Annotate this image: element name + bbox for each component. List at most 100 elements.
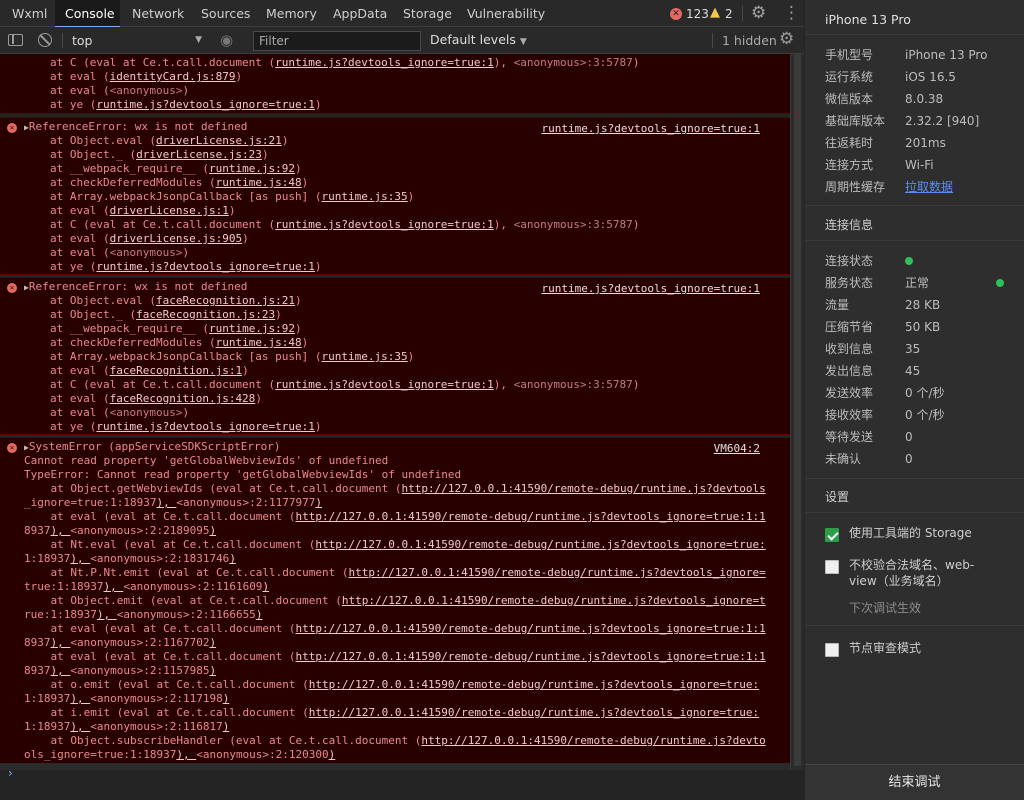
error-title[interactable]: ▶SystemError (appServiceSDKScriptError) xyxy=(0,440,790,454)
stack-frame-text: at __webpack_require__ ( xyxy=(50,322,209,335)
source-link[interactable]: runtime.js?devtools_ignore=true:1 xyxy=(96,98,315,111)
source-link[interactable]: driverLicense.js:1 xyxy=(110,204,229,217)
source-link[interactable]: faceRecognition.js:1 xyxy=(110,364,242,377)
source-link[interactable]: driverLicense.js:21 xyxy=(156,134,282,147)
source-link[interactable]: ), xyxy=(156,496,176,509)
source-link[interactable]: http://127.0.0.1:41590/remote-debug/runt… xyxy=(296,622,766,635)
context-select[interactable]: top ▼ xyxy=(68,31,208,50)
source-link[interactable]: runtime.js?devtools_ignore=true:1 xyxy=(96,260,315,273)
connection-info-row: 流量 28 KB xyxy=(825,294,1015,316)
console-prompt-chevron-icon[interactable]: › xyxy=(8,766,13,780)
stack-frame: at o.emit (eval at Ce.t.call.document (h… xyxy=(0,678,790,692)
source-link[interactable]: runtime.js:48 xyxy=(216,336,302,349)
source-link[interactable]: ) xyxy=(262,580,269,593)
stack-frame: Cannot read property 'getGlobalWebviewId… xyxy=(0,454,790,468)
use-storage-checkbox[interactable] xyxy=(825,528,839,542)
source-link[interactable]: http://127.0.0.1:41590/remote-debug/runt… xyxy=(342,594,766,607)
fetch-data-link[interactable]: 拉取数据 xyxy=(905,176,953,198)
source-link[interactable]: runtime.js:92 xyxy=(209,162,295,175)
source-link[interactable]: runtime.js?devtools_ignore=true:1 xyxy=(275,378,494,391)
error-source-link[interactable]: VM604:2 xyxy=(714,442,760,456)
live-expression-eye-icon[interactable]: ◉ xyxy=(220,31,233,49)
source-link[interactable]: runtime.js?devtools_ignore=true:1 xyxy=(275,56,494,69)
source-link[interactable]: runtime.js:35 xyxy=(322,190,408,203)
source-link[interactable]: http://127.0.0.1:41590/remote-debug/runt… xyxy=(315,538,765,551)
source-link[interactable]: runtime.js?devtools_ignore=true:1 xyxy=(96,420,315,433)
source-link[interactable]: ), xyxy=(70,692,90,705)
source-link[interactable]: identityCard.js:879 xyxy=(110,70,236,83)
source-link[interactable]: http://127.0.0.1:41590/remote-debug/runt… xyxy=(296,510,766,523)
more-options-icon[interactable]: ⋮ xyxy=(783,3,800,23)
source-link[interactable]: faceRecognition.js:428 xyxy=(110,392,256,405)
stack-frame-text: at o.emit (eval at Ce.t.call.document ( xyxy=(24,678,309,691)
source-link[interactable]: ) xyxy=(256,608,263,621)
end-debug-button[interactable]: 结束调试 xyxy=(805,764,1024,800)
source-link[interactable]: driverLicense.js:23 xyxy=(136,148,262,161)
connection-info-key: 接收效率 xyxy=(825,408,874,422)
source-link[interactable]: ) xyxy=(223,692,230,705)
tab-wxml[interactable]: Wxml xyxy=(6,0,50,27)
source-link[interactable]: http://127.0.0.1:41590/remote-debug/runt… xyxy=(309,678,759,691)
tab-vulnerability[interactable]: Vulnerability xyxy=(459,0,549,27)
vertical-scrollbar[interactable] xyxy=(790,54,804,770)
source-link[interactable]: http://127.0.0.1:41590/remote-debug/runt… xyxy=(309,706,759,719)
anonymous-location: <anonymous>:3:5787 xyxy=(513,218,633,231)
tab-storage[interactable]: Storage xyxy=(395,0,452,27)
source-link[interactable]: ), xyxy=(70,552,90,565)
stack-frame: true:1:18937), <anonymous>:2:1161609) xyxy=(0,580,790,594)
log-levels-dropdown[interactable]: Default levels ▼ xyxy=(430,32,527,47)
source-link[interactable]: ), xyxy=(70,720,90,733)
stack-frame-text: ) xyxy=(242,232,249,245)
source-link[interactable]: ) xyxy=(209,664,216,677)
source-link[interactable]: ) xyxy=(329,748,336,761)
source-link[interactable]: ) xyxy=(223,720,230,733)
source-link[interactable]: faceRecognition.js:21 xyxy=(156,294,295,307)
source-link[interactable]: runtime.js:35 xyxy=(322,350,408,363)
source-link[interactable]: ), xyxy=(51,524,71,537)
source-link[interactable]: ), xyxy=(51,664,71,677)
node-review-checkbox[interactable] xyxy=(825,643,839,657)
tab-appdata[interactable]: AppData xyxy=(325,0,387,27)
source-link[interactable]: faceRecognition.js:23 xyxy=(136,308,275,321)
source-link[interactable]: runtime.js:92 xyxy=(209,322,295,335)
skip-domain-check-checkbox[interactable] xyxy=(825,560,839,574)
settings-section-title: 设置 xyxy=(825,490,850,504)
stack-frame-text: at Object._ ( xyxy=(50,308,137,321)
source-link[interactable]: driverLicense.js:905 xyxy=(110,232,242,245)
divider xyxy=(805,625,1024,626)
source-link[interactable]: runtime.js?devtools_ignore=true:1 xyxy=(275,218,494,231)
source-link[interactable]: http://127.0.0.1:41590/remote-debug/runt… xyxy=(402,482,766,495)
source-link[interactable]: ) xyxy=(209,636,216,649)
settings-gear-icon[interactable]: ⚙ xyxy=(751,3,766,23)
filter-input[interactable] xyxy=(253,31,421,51)
tab-memory[interactable]: Memory xyxy=(258,0,317,27)
source-link[interactable]: ) xyxy=(315,496,322,509)
source-link[interactable]: http://127.0.0.1:41590/remote-debug/runt… xyxy=(296,650,766,663)
source-link[interactable]: ), xyxy=(51,636,71,649)
error-source-link[interactable]: runtime.js?devtools_ignore=true:1 xyxy=(541,282,760,296)
divider xyxy=(805,240,1024,241)
stack-frame-text: ) xyxy=(281,134,289,147)
console-settings-gear-icon[interactable]: ⚙ xyxy=(779,29,794,49)
tab-network[interactable]: Network xyxy=(124,0,186,27)
error-source-link[interactable]: runtime.js?devtools_ignore=true:1 xyxy=(541,122,760,136)
source-link[interactable]: ) xyxy=(229,552,236,565)
hidden-messages-count: 1 hidden xyxy=(722,33,777,48)
source-link[interactable]: ), xyxy=(103,580,123,593)
connection-status-dot-icon xyxy=(905,257,913,265)
tab-sources[interactable]: Sources xyxy=(193,0,250,27)
source-link[interactable]: http://127.0.0.1:41590/remote-debug/runt… xyxy=(421,734,765,747)
show-sidebar-icon[interactable] xyxy=(8,34,23,46)
stack-frame-text: ) xyxy=(261,148,269,161)
clear-console-icon[interactable] xyxy=(38,33,52,47)
source-link[interactable]: runtime.js:48 xyxy=(216,176,302,189)
tab-console[interactable]: Console xyxy=(55,0,120,28)
source-link[interactable]: http://127.0.0.1:41590/remote-debug/runt… xyxy=(349,566,766,579)
source-link[interactable]: ) xyxy=(209,524,216,537)
horizontal-scrollbar[interactable] xyxy=(0,763,790,770)
scrollbar-thumb[interactable] xyxy=(794,54,801,766)
source-link[interactable]: ), xyxy=(176,748,196,761)
stack-frame-text: at eval ( xyxy=(50,406,110,419)
divider xyxy=(62,33,63,48)
source-link[interactable]: ), xyxy=(97,608,117,621)
